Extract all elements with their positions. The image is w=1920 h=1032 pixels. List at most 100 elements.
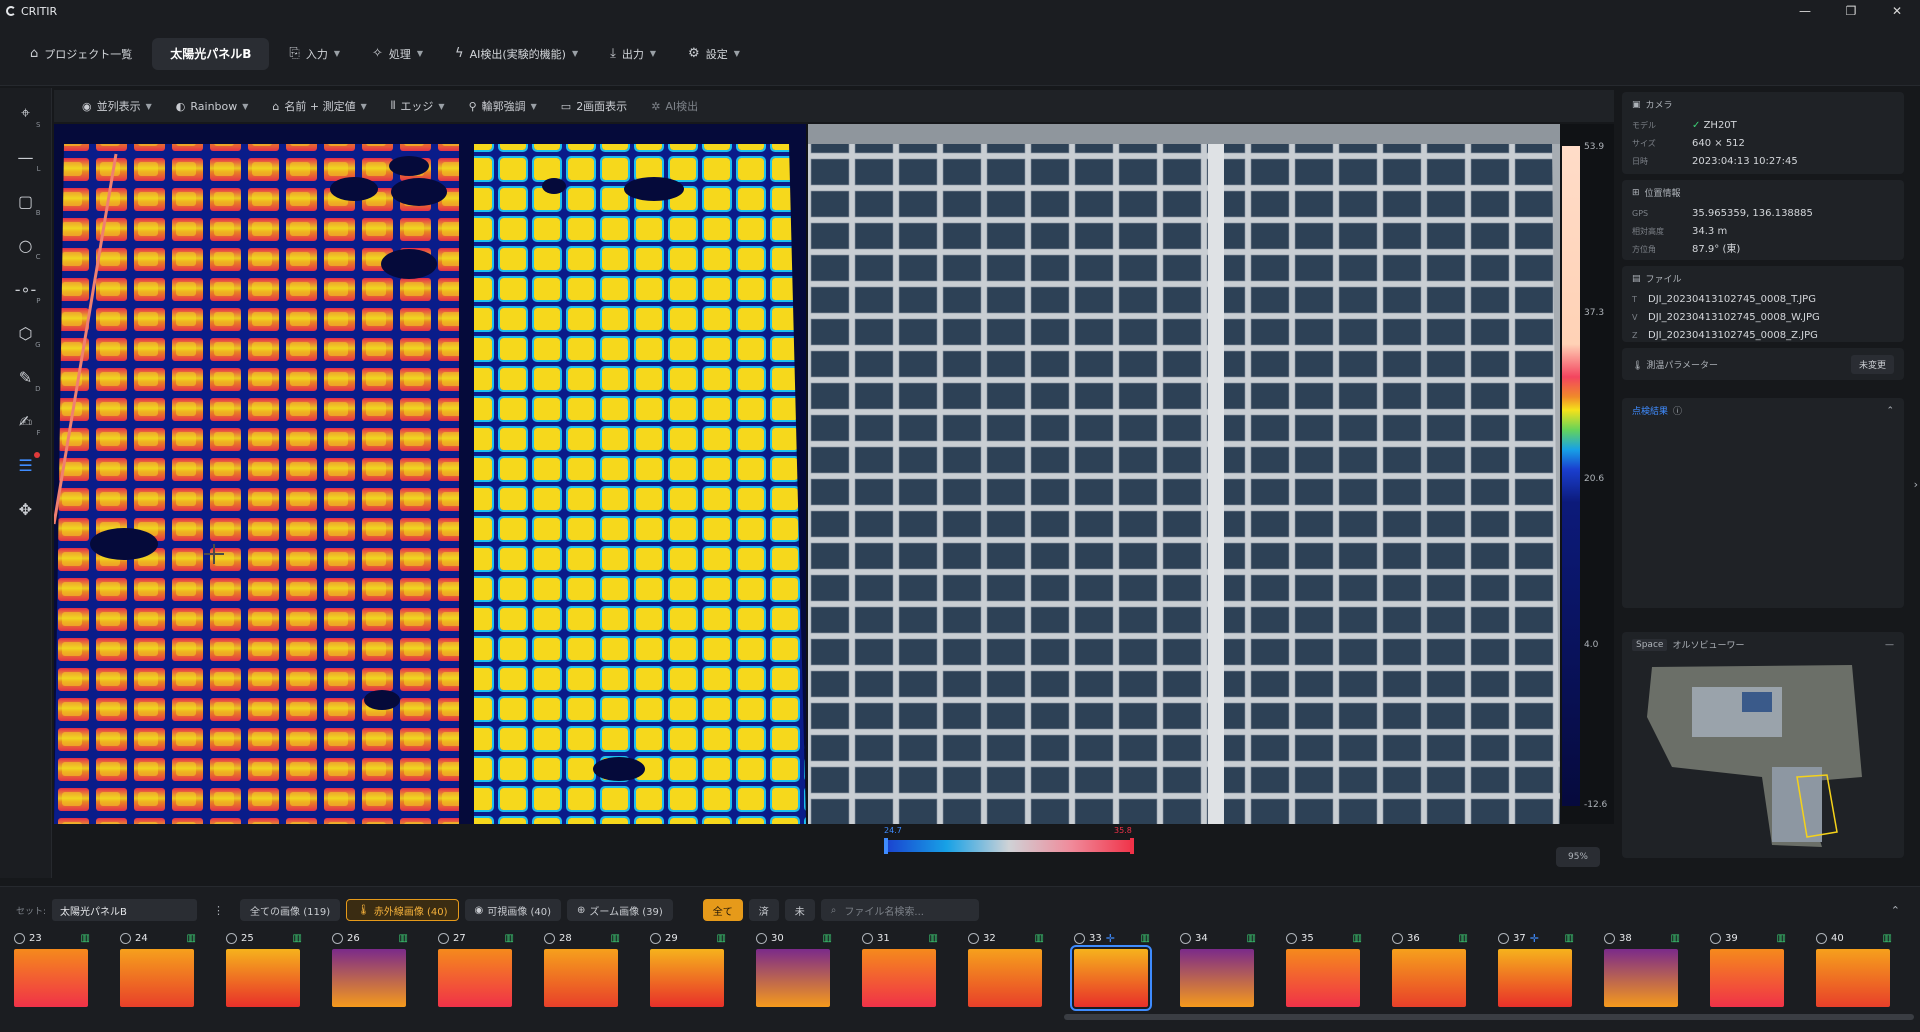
select-radio[interactable]	[756, 932, 767, 944]
thumbnail-image[interactable]	[1498, 949, 1572, 1007]
restore-button[interactable]: ❐	[1828, 0, 1874, 22]
project-list-button[interactable]: ⌂ プロジェクト一覧	[18, 38, 144, 70]
select-radio[interactable]	[438, 932, 449, 944]
settings-menu[interactable]: ⚙ 設定 ▼	[676, 38, 752, 70]
status-all-filter[interactable]: 全て	[702, 899, 743, 921]
select-radio[interactable]	[1816, 932, 1827, 944]
thumbnail-item[interactable]: 28 ▥	[544, 931, 620, 1011]
thumbnail-item[interactable]: 33 ✛ ▥	[1070, 931, 1152, 1011]
point-tool[interactable]: -∘- P	[6, 270, 46, 308]
select-radio[interactable]	[1392, 932, 1403, 944]
thumbnail-image[interactable]	[1070, 945, 1152, 1011]
thumbnail-item[interactable]: 26 ▥	[332, 931, 408, 1011]
line-tool[interactable]: — L	[6, 138, 46, 176]
thumbnail-item[interactable]: 24 ▥	[120, 931, 196, 1011]
thumbnail-item[interactable]: 35 ▥	[1286, 931, 1362, 1011]
select-radio[interactable]	[332, 932, 343, 944]
thumbnail-item[interactable]: 36 ▥	[1392, 931, 1468, 1011]
ortho-map[interactable]	[1622, 657, 1904, 847]
edit-tool[interactable]: ✍ F	[6, 402, 46, 440]
chevron-up-icon[interactable]: ⌃	[1886, 406, 1894, 416]
minimize-button[interactable]: —	[1782, 0, 1828, 22]
thumbnail-item[interactable]: 40 ▥	[1816, 931, 1892, 1011]
zoom-images-filter[interactable]: ⊕ ズーム画像 (39)	[567, 899, 673, 921]
thumbnail-item[interactable]: 31 ▥	[862, 931, 938, 1011]
thumbnail-item[interactable]: 23 ▥	[14, 931, 90, 1011]
thumbnail-image[interactable]	[1816, 949, 1890, 1007]
filename-search-input[interactable]: ⌕ ファイル名検索...	[820, 899, 979, 921]
close-button[interactable]: ✕	[1874, 0, 1920, 22]
box-tool[interactable]: ▢ B	[6, 182, 46, 220]
thumbnail-image[interactable]	[120, 949, 194, 1007]
thumbnail-image[interactable]	[1604, 949, 1678, 1007]
thumbnail-item[interactable]: 30 ▥	[756, 931, 832, 1011]
contour-dropdown[interactable]: ⚲ 輪郭強調 ▼	[459, 98, 547, 114]
status-done-filter[interactable]: 済	[748, 899, 779, 921]
input-menu[interactable]: ⎘ 入力 ▼	[277, 38, 352, 70]
dual-view-button[interactable]: ▭ 2画面表示	[551, 98, 637, 114]
chevron-right-icon[interactable]: ›	[1914, 478, 1918, 491]
strip-scrollbar[interactable]	[1064, 1014, 1914, 1020]
image-viewer[interactable]: 53.9 37.3 20.6 4.0 -12.6 24.7 35.8 95%	[54, 124, 1614, 867]
thumbnail-image[interactable]	[544, 949, 618, 1007]
ai-detect-menu[interactable]: ϟ AI検出(実験的機能) ▼	[443, 38, 590, 70]
thermal-image[interactable]	[54, 124, 806, 824]
thumbnail-item[interactable]: 32 ▥	[968, 931, 1044, 1011]
zoom-level[interactable]: 95%	[1556, 847, 1600, 867]
thumbnail-image[interactable]	[1180, 949, 1254, 1007]
histogram-low-handle[interactable]	[884, 838, 888, 854]
thumbnail-image[interactable]	[226, 949, 300, 1007]
select-radio[interactable]	[1604, 932, 1615, 944]
thumbnail-item[interactable]: 38 ▥	[1604, 931, 1680, 1011]
thumbnail-image[interactable]	[968, 949, 1042, 1007]
process-menu[interactable]: ✧ 処理 ▼	[360, 38, 435, 70]
ai-detect-button[interactable]: ✲ AI検出	[641, 98, 708, 114]
select-radio[interactable]	[1710, 932, 1721, 944]
tab-project[interactable]: 太陽光パネルB	[152, 37, 270, 70]
select-tool[interactable]: ⌖ S	[6, 94, 46, 132]
collapse-strip-icon[interactable]: ⌃	[1891, 904, 1900, 917]
select-radio[interactable]	[862, 932, 873, 944]
thumbnail-image[interactable]	[438, 949, 512, 1007]
status-undone-filter[interactable]: 未	[784, 899, 815, 921]
label-mode-dropdown[interactable]: ⌂ 名前 + 測定値 ▼	[262, 98, 376, 114]
more-icon[interactable]: ⋮	[213, 904, 224, 917]
select-radio[interactable]	[1180, 932, 1191, 944]
circle-tool[interactable]: ○ C	[6, 226, 46, 264]
thumbnail-image[interactable]	[1392, 949, 1466, 1007]
parallel-view-dropdown[interactable]: ◉ 並列表示 ▼	[72, 98, 162, 114]
thumbnail-image[interactable]	[1286, 949, 1360, 1007]
thumbnail-image[interactable]	[332, 949, 406, 1007]
output-menu[interactable]: ⤓ 出力 ▼	[598, 38, 668, 70]
select-radio[interactable]	[1074, 932, 1085, 944]
thumbnail-item[interactable]: 37 ✛ ▥	[1498, 931, 1574, 1011]
thumbnail-image[interactable]	[862, 949, 936, 1007]
thumbnail-image[interactable]	[1710, 949, 1784, 1007]
select-radio[interactable]	[968, 932, 979, 944]
select-radio[interactable]	[120, 932, 131, 944]
thumbnail-item[interactable]: 29 ▥	[650, 931, 726, 1011]
thumbnail-item[interactable]: 39 ▥	[1710, 931, 1786, 1011]
select-radio[interactable]	[544, 932, 555, 944]
palette-dropdown[interactable]: ◐ Rainbow ▼	[166, 100, 259, 113]
thumbnail-image[interactable]	[14, 949, 88, 1007]
visible-images-filter[interactable]: ◉ 可視画像 (40)	[464, 899, 561, 921]
select-radio[interactable]	[650, 932, 661, 944]
move-tool[interactable]: ✥	[6, 490, 46, 528]
edge-dropdown[interactable]: ⫴ エッジ ▼	[381, 98, 455, 114]
visual-image[interactable]	[808, 124, 1560, 824]
select-radio[interactable]	[14, 932, 25, 944]
all-images-filter[interactable]: 全ての画像 (119)	[240, 899, 341, 921]
thumbnail-item[interactable]: 34 ▥	[1180, 931, 1256, 1011]
set-select[interactable]: 太陽光パネルB	[52, 899, 198, 921]
params-card[interactable]: 🌡 測温パラメーター 未変更	[1622, 348, 1904, 380]
ir-images-filter[interactable]: 🌡 赤外線画像 (40)	[346, 899, 459, 921]
pen-tool[interactable]: ✎ D	[6, 358, 46, 396]
inspection-title[interactable]: 点検結果	[1632, 404, 1668, 417]
temperature-histogram[interactable]: 24.7 35.8	[884, 826, 1134, 854]
polygon-tool[interactable]: ⬡ G	[6, 314, 46, 352]
adjust-tool[interactable]: ☰	[6, 446, 46, 484]
thumbnail-item[interactable]: 27 ▥	[438, 931, 514, 1011]
select-radio[interactable]	[1286, 932, 1297, 944]
thumbnail-item[interactable]: 25 ▥	[226, 931, 302, 1011]
